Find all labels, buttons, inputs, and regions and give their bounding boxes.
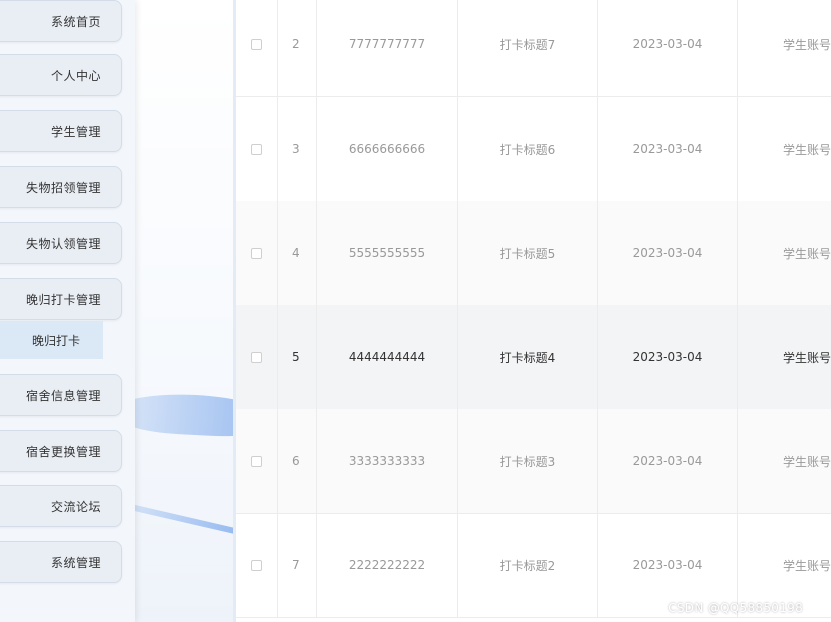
row-account: 学生账号6 (738, 97, 831, 201)
menu-item-label: 晚归打卡管理 (25, 292, 101, 307)
menu-item-label: 个人中心 (50, 68, 101, 83)
menu-item-student-management[interactable]: 学生管理 (0, 110, 122, 152)
row-index: 7 (278, 513, 317, 617)
menu-item-dorm-change-management[interactable]: 宿舍更换管理 (0, 430, 122, 472)
menu-item-late-checkin-management[interactable]: 晚归打卡管理 (0, 278, 122, 320)
menu-item-dorm-info-management[interactable]: 宿舍信息管理 (0, 374, 122, 416)
row-checkbox-cell (236, 513, 278, 617)
menu-item-label: 交流论坛 (50, 499, 101, 514)
menu-item-label: 宿舍信息管理 (25, 388, 101, 403)
watermark: CSDN @QQ58850198 (668, 601, 803, 615)
menu-item-label: 失物招领管理 (25, 180, 101, 195)
table-row[interactable]: 4 5555555555 打卡标题5 2023-03-04 学生账号5 (236, 201, 831, 306)
row-title: 打卡标题4 (458, 305, 598, 409)
table-row[interactable]: 5 4444444444 打卡标题4 2023-03-04 学生账号4 (236, 305, 831, 410)
background-decoration (135, 0, 235, 622)
menu-item-personal-center[interactable]: 个人中心 (0, 54, 122, 96)
menu-item-lost-claim-management[interactable]: 失物认领管理 (0, 222, 122, 264)
row-index: 5 (278, 305, 317, 409)
menu-item-label: 系统首页 (50, 14, 101, 29)
submenu-item-label: 晚归打卡 (32, 333, 81, 348)
row-checkbox[interactable] (251, 38, 262, 50)
menu-item-lost-found-management[interactable]: 失物招领管理 (0, 166, 122, 208)
row-index: 2 (278, 0, 317, 96)
row-account: 学生账号3 (738, 409, 831, 513)
row-checkbox-cell (236, 305, 278, 409)
row-date: 2023-03-04 (598, 305, 738, 409)
row-title: 打卡标题5 (458, 201, 598, 305)
row-date: 2023-03-04 (598, 201, 738, 305)
row-checkbox-cell (236, 201, 278, 305)
row-account: 学生账号7 (738, 0, 831, 96)
row-checkbox[interactable] (251, 351, 262, 363)
submenu-item-late-checkin[interactable]: 晚归打卡 (0, 321, 103, 359)
background-swoosh (135, 390, 235, 440)
menu-item-label: 系统管理 (50, 555, 101, 570)
row-checkbox[interactable] (251, 143, 262, 155)
menu-item-home[interactable]: 系统首页 (0, 0, 122, 42)
row-number: 2222222222 (317, 513, 458, 617)
row-date: 2023-03-04 (598, 0, 738, 96)
table-row[interactable]: 6 3333333333 打卡标题3 2023-03-04 学生账号3 (236, 409, 831, 514)
menu-item-label: 失物认领管理 (25, 236, 101, 251)
row-date: 2023-03-04 (598, 97, 738, 201)
row-checkbox[interactable] (251, 455, 262, 467)
row-title: 打卡标题6 (458, 97, 598, 201)
menu-item-system-management[interactable]: 系统管理 (0, 541, 122, 583)
row-title: 打卡标题3 (458, 409, 598, 513)
row-checkbox-cell (236, 0, 278, 96)
sidebar: 系统首页 个人中心 学生管理 失物招领管理 失物认领管理 晚归打卡管理 晚归打卡… (0, 0, 135, 622)
menu-item-forum[interactable]: 交流论坛 (0, 485, 122, 527)
row-number: 7777777777 (317, 0, 458, 96)
row-checkbox[interactable] (251, 559, 262, 571)
table-row[interactable]: 2 7777777777 打卡标题7 2023-03-04 学生账号7 (236, 0, 831, 97)
row-checkbox-cell (236, 409, 278, 513)
row-index: 6 (278, 409, 317, 513)
data-table: 2 7777777777 打卡标题7 2023-03-04 学生账号7 3 66… (233, 0, 831, 622)
row-index: 3 (278, 97, 317, 201)
row-number: 6666666666 (317, 97, 458, 201)
table-row[interactable]: 3 6666666666 打卡标题6 2023-03-04 学生账号6 (236, 97, 831, 202)
row-account: 学生账号4 (738, 305, 831, 409)
row-checkbox-cell (236, 97, 278, 201)
row-account: 学生账号5 (738, 201, 831, 305)
menu-item-label: 学生管理 (50, 124, 101, 139)
menu-item-label: 宿舍更换管理 (25, 444, 101, 459)
row-index: 4 (278, 201, 317, 305)
row-number: 3333333333 (317, 409, 458, 513)
row-title: 打卡标题7 (458, 0, 598, 96)
row-number: 5555555555 (317, 201, 458, 305)
row-date: 2023-03-04 (598, 409, 738, 513)
row-checkbox[interactable] (251, 247, 262, 259)
background-swoosh (135, 503, 235, 543)
app-page: 系统首页 个人中心 学生管理 失物招领管理 失物认领管理 晚归打卡管理 晚归打卡… (0, 0, 831, 622)
row-title: 打卡标题2 (458, 513, 598, 617)
row-number: 4444444444 (317, 305, 458, 409)
